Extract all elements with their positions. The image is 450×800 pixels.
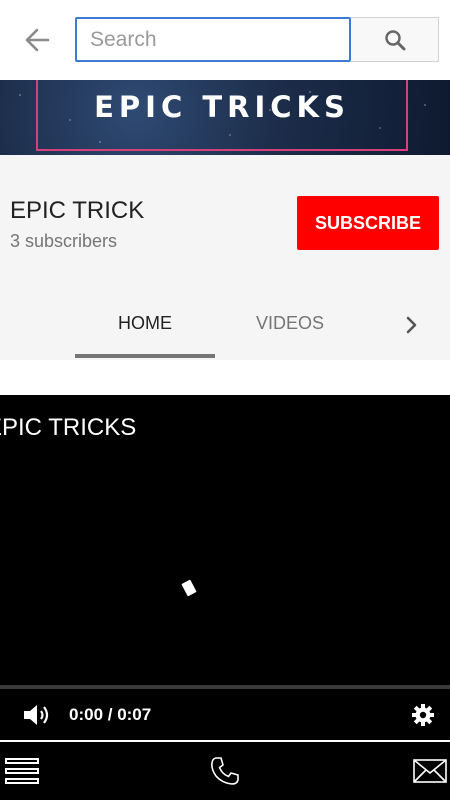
channel-header: EPIC TRICK 3 subscribers SUBSCRIBE HOME … — [0, 155, 450, 360]
speaker-icon — [24, 705, 49, 725]
search-button[interactable] — [351, 17, 439, 62]
channel-name: EPIC TRICK — [10, 197, 145, 224]
video-player[interactable]: EPIC TRICKS 0:00 / 0:07 — [0, 395, 450, 740]
arrow-left-icon — [25, 28, 50, 52]
top-search-bar — [0, 0, 450, 80]
video-title: EPIC TRICKS — [0, 414, 137, 441]
chevron-right-icon — [406, 316, 417, 334]
subscriber-count: 3 subscribers — [10, 231, 118, 251]
loading-spinner — [181, 579, 197, 597]
subscribe-button[interactable]: SUBSCRIBE — [297, 196, 439, 250]
hamburger-icon — [5, 758, 39, 784]
volume-button[interactable] — [22, 701, 52, 729]
phone-button[interactable] — [205, 752, 245, 790]
tabs-next-button[interactable] — [400, 313, 424, 337]
video-progress-bar[interactable] — [0, 685, 450, 689]
magnifier-icon — [384, 29, 405, 50]
search-input[interactable] — [75, 17, 351, 62]
mail-button[interactable] — [410, 752, 450, 790]
phone-icon — [211, 757, 239, 785]
tab-home[interactable]: HOME — [75, 313, 215, 334]
gear-icon — [412, 704, 434, 726]
time-display: 0:00 / 0:07 — [69, 705, 152, 724]
bottom-bar — [0, 742, 450, 800]
tab-videos[interactable]: VIDEOS — [220, 313, 360, 334]
back-button[interactable] — [20, 24, 54, 56]
envelope-icon — [413, 759, 447, 783]
active-tab-indicator — [75, 354, 215, 358]
settings-button[interactable] — [409, 701, 437, 729]
banner-title: EPIC TRICKS — [94, 90, 350, 124]
channel-banner: EPIC TRICKS — [0, 80, 450, 155]
menu-button[interactable] — [2, 752, 42, 790]
